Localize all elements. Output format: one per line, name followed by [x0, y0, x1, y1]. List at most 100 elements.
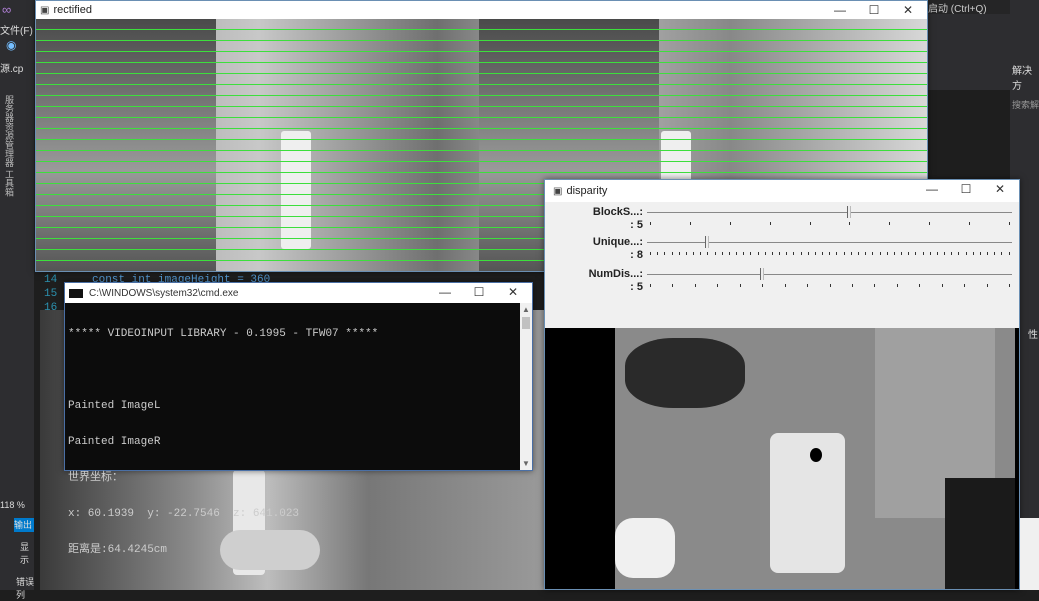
cmd-titlebar[interactable]: C:\WINDOWS\system32\cmd.exe — ☐ ✕: [65, 283, 532, 303]
cmd-scrollbar[interactable]: ▲ ▼: [520, 303, 532, 470]
trackbar-row[interactable]: Unique...:: 8: [545, 236, 1015, 266]
tick-mark: [750, 252, 752, 255]
tick-mark: [874, 284, 876, 287]
disparity-titlebar[interactable]: ▣ disparity — ☐ ✕: [545, 180, 1019, 202]
close-button[interactable]: ✕: [891, 1, 925, 19]
tick-mark: [779, 252, 781, 255]
tick-mark: [889, 222, 891, 225]
tick-mark: [1001, 252, 1003, 255]
tick-mark: [728, 252, 730, 255]
disparity-dark-region: [625, 338, 745, 408]
trackbar-value: : 5: [630, 219, 643, 231]
solution-explorer-title[interactable]: 解决方: [1012, 62, 1039, 92]
tick-mark: [922, 252, 924, 255]
tick-mark: [714, 252, 716, 255]
cmd-window[interactable]: C:\WINDOWS\system32\cmd.exe — ☐ ✕ ***** …: [64, 282, 533, 556]
tick-mark: [829, 252, 831, 255]
trackbar-ticks: [650, 252, 1010, 256]
trackbar-thumb[interactable]: [759, 268, 764, 280]
tick-mark: [786, 252, 788, 255]
trackbar-row[interactable]: BlockS...:: 5: [545, 206, 1015, 236]
trackbar-thumb[interactable]: [847, 206, 851, 218]
cmd-output[interactable]: ***** VIDEOINPUT LIBRARY - 0.1995 - TFW0…: [65, 303, 520, 556]
tick-mark: [986, 284, 988, 287]
tick-mark: [851, 284, 853, 287]
tick-mark: [800, 252, 802, 255]
cmd-minimize-button[interactable]: —: [428, 283, 462, 301]
tick-mark: [717, 284, 719, 287]
menu-file[interactable]: 文件(F): [0, 22, 33, 37]
tick-mark: [729, 222, 731, 225]
tick-mark: [972, 252, 974, 255]
tick-mark: [822, 252, 824, 255]
tick-mark: [793, 252, 795, 255]
cmd-line: Painted ImageL: [68, 400, 161, 412]
trackbar-value: : 5: [630, 281, 643, 293]
tick-mark: [657, 252, 659, 255]
tick-mark: [850, 252, 852, 255]
trackbar-label: Unique...:: [592, 236, 643, 248]
trackbar-row[interactable]: NumDis...:: 5: [545, 268, 1015, 298]
tick-mark: [689, 222, 691, 225]
trackbar-track[interactable]: [647, 242, 1012, 243]
tab-source[interactable]: 源.cp: [0, 60, 23, 75]
disparity-map: [545, 328, 1019, 589]
maximize-button[interactable]: ☐: [857, 1, 891, 19]
tick-mark: [1008, 222, 1010, 225]
disparity-maximize-button[interactable]: ☐: [949, 180, 983, 198]
quick-launch[interactable]: 启动 (Ctrl+Q): [928, 0, 1010, 15]
tick-mark: [865, 252, 867, 255]
disparity-title: disparity: [566, 185, 608, 197]
tick-mark: [919, 284, 921, 287]
disparity-window[interactable]: ▣ disparity — ☐ ✕ BlockS...:: 5 Unique...…: [544, 179, 1020, 590]
output-tab[interactable]: 输出: [14, 518, 34, 532]
properties-title[interactable]: 性: [1028, 326, 1038, 341]
scroll-thumb[interactable]: [522, 317, 530, 329]
tick-mark: [857, 252, 859, 255]
vs-left-toolbar: ∞ 文件(F) ◉ 源.cp 服务器资源管理器 工具箱 118 % 输出 显示 …: [0, 0, 34, 600]
disparity-minimize-button[interactable]: —: [915, 180, 949, 198]
errors-tab[interactable]: 错误列: [16, 575, 34, 601]
side-panel-labels[interactable]: 服务器资源管理器 工具箱: [2, 95, 14, 197]
cmd-close-button[interactable]: ✕: [496, 283, 530, 301]
tick-mark: [650, 252, 651, 255]
tick-mark: [908, 252, 910, 255]
tick-mark: [693, 252, 695, 255]
trackbar-thumb[interactable]: [704, 236, 709, 248]
tick-mark: [771, 252, 773, 255]
disparity-window-icon: ▣: [553, 185, 563, 197]
tick-mark: [964, 284, 966, 287]
tick-mark: [893, 252, 895, 255]
trackbar-label: BlockS...:: [592, 206, 643, 218]
tick-mark: [929, 252, 931, 255]
disparity-close-button[interactable]: ✕: [983, 180, 1017, 198]
cmd-title: C:\WINDOWS\system32\cmd.exe: [89, 287, 239, 299]
cmd-maximize-button[interactable]: ☐: [462, 283, 496, 301]
solution-search[interactable]: 搜索解: [1012, 98, 1039, 111]
cmd-line: 距离是:64.4245cm: [68, 544, 168, 556]
line-number-14: 14: [44, 274, 58, 286]
tick-mark: [915, 252, 917, 255]
vs-panel-edge: [1020, 518, 1039, 590]
rectified-titlebar[interactable]: ▣ rectified — ☐ ✕: [36, 1, 927, 19]
minimize-button[interactable]: —: [823, 1, 857, 19]
trackbar-track[interactable]: [647, 274, 1012, 275]
vs-logo-icon: ∞: [2, 2, 12, 17]
tick-mark: [958, 252, 960, 255]
tick-mark: [694, 284, 696, 287]
trackbar-track[interactable]: [647, 212, 1012, 213]
tick-mark: [678, 252, 680, 255]
tick-mark: [739, 284, 741, 287]
disparity-dark-corner: [945, 478, 1015, 589]
zoom-level[interactable]: 118 %: [0, 500, 25, 510]
tick-mark: [886, 252, 888, 255]
back-icon[interactable]: ◉: [6, 38, 16, 52]
tick-mark: [872, 252, 874, 255]
cmd-line: ***** VIDEOINPUT LIBRARY - 0.1995 - TFW0…: [68, 328, 379, 340]
tick-mark: [650, 284, 651, 287]
scroll-down-icon[interactable]: ▼: [522, 459, 530, 468]
trackbar-value: : 8: [630, 249, 643, 261]
trackbar-ticks: [650, 222, 1010, 226]
tick-mark: [757, 252, 759, 255]
scroll-up-icon[interactable]: ▲: [522, 305, 530, 314]
